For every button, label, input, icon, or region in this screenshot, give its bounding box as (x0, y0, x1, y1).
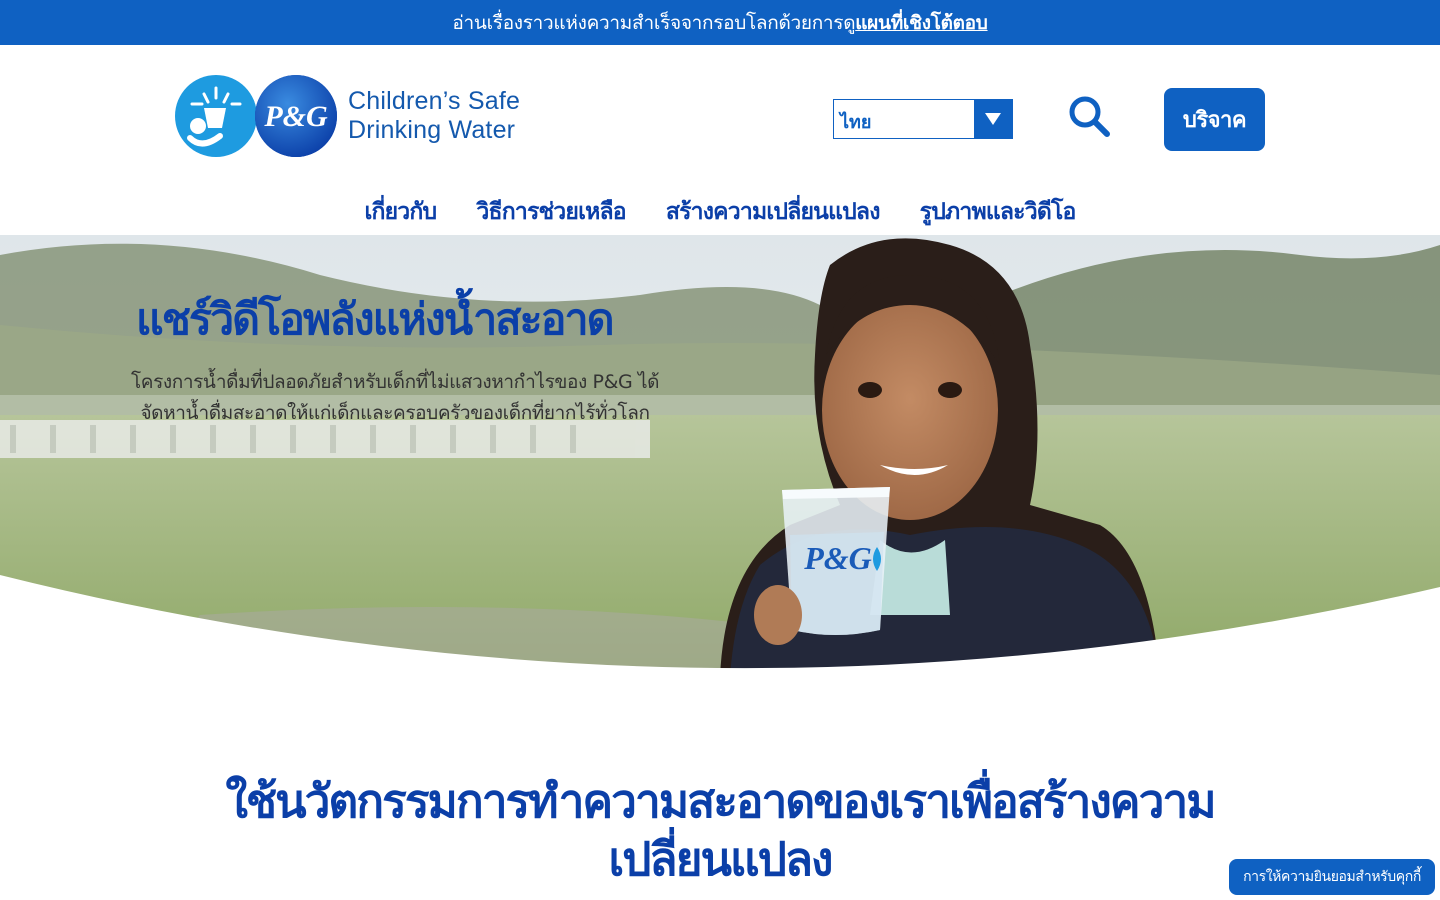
water-drop-logo-icon: P&G (175, 75, 337, 157)
announcement-text: อ่านเรื่องราวแห่งความสำเร็จจากรอบโลกด้วย… (452, 11, 856, 34)
main-nav: เกี่ยวกับ วิธีการช่วยเหลือ สร้างความเปลี… (0, 190, 1440, 234)
donate-button[interactable]: บริจาค (1164, 88, 1265, 151)
language-selected-value: ไทย (840, 112, 872, 133)
interactive-map-link[interactable]: แผนที่เชิงโต้ตอบ (855, 8, 988, 38)
cookie-consent-button[interactable]: การให้ความยินยอมสำหรับคุกกี้ (1229, 859, 1435, 895)
nav-item-make-a-difference[interactable]: สร้างความเปลี่ยนแปลง (666, 190, 881, 234)
site-header: P&G Children’s Safe Drinking Water ไทย บ… (0, 45, 1440, 235)
logo-brand-text: P&G (263, 100, 328, 133)
site-logo[interactable]: P&G Children’s Safe Drinking Water (174, 74, 554, 158)
search-button[interactable] (1066, 94, 1112, 140)
cup-brand-text: P&G (803, 540, 872, 576)
nav-item-photos-videos[interactable]: รูปภาพและวิดีโอ (920, 190, 1077, 234)
hero-subtitle: โครงการน้ำดื่มที่ปลอดภัยสำหรับเด็กที่ไม่… (130, 371, 660, 424)
chevron-down-icon (985, 113, 1001, 125)
section-title: ใช้นวัตกรรมการทำความสะอาดของเราเพื่อสร้า… (225, 774, 1216, 886)
nav-item-how-to-help[interactable]: วิธีการช่วยเหลือ (476, 190, 626, 234)
language-dropdown-button[interactable] (974, 100, 1012, 138)
logo-mark: P&G (174, 74, 338, 158)
nav-item-about[interactable]: เกี่ยวกับ (364, 190, 437, 234)
hero-title: แชร์วิดีโอพลังแห่งน้ำสะอาด (136, 295, 615, 345)
logo-line-2: Drinking Water (348, 116, 516, 144)
language-select[interactable]: ไทย (833, 99, 1013, 139)
search-icon (1069, 96, 1110, 137)
announcement-bar: อ่านเรื่องราวแห่งความสำเร็จจากรอบโลกด้วย… (0, 0, 1440, 45)
hero-banner: P&G แชร์วิดีโอพลังแห่งน้ำสะอาด โครงการน้… (0, 235, 1440, 677)
logo-line-1: Children’s Safe (348, 87, 521, 115)
logo-wordmark: Children’s Safe Drinking Water (348, 87, 520, 145)
